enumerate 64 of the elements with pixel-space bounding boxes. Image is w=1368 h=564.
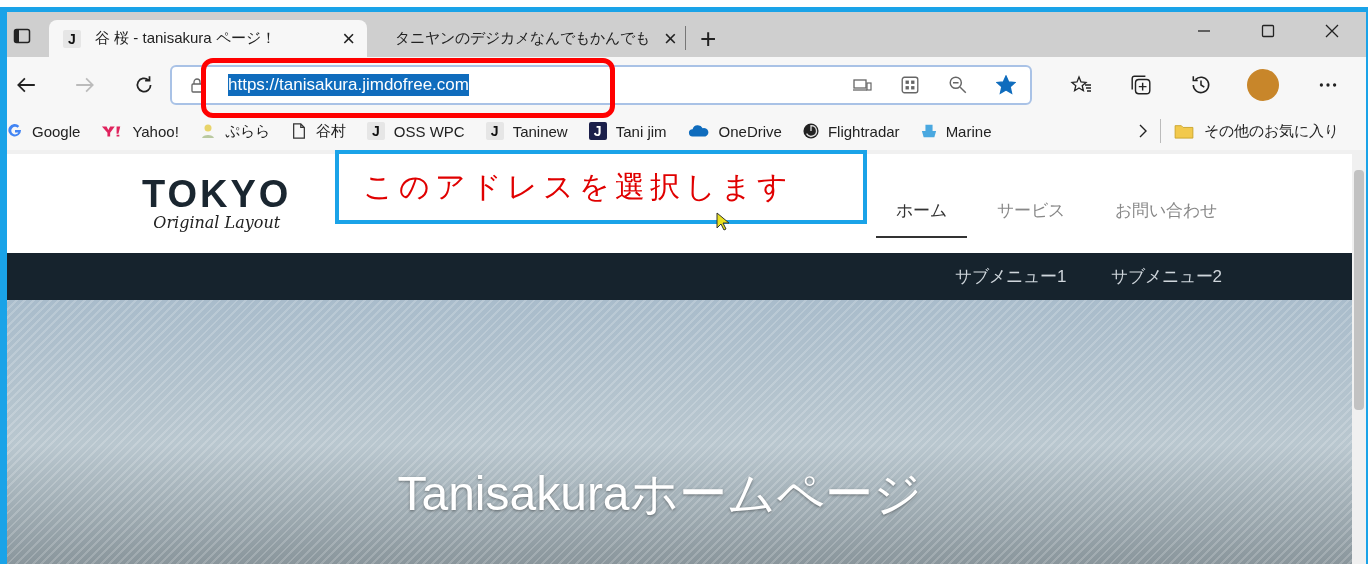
- submenu-link[interactable]: サブメニュー1: [955, 265, 1067, 288]
- star-icon[interactable]: [996, 74, 1016, 95]
- tab-title: 谷 桜 - tanisakura ページ！: [95, 29, 277, 48]
- sidebar-panel-icon[interactable]: [13, 27, 31, 45]
- zoom-out-icon[interactable]: [948, 74, 968, 95]
- bookmark-label: Flightradar: [827, 122, 900, 140]
- logo-subtitle: Original Layout: [153, 213, 281, 232]
- address-bar[interactable]: https://tanisakura.jimdofree.com: [170, 64, 1032, 105]
- close-tab-button[interactable]: ×: [342, 25, 355, 52]
- bookmark-item[interactable]: J Tani jim: [588, 122, 667, 140]
- page-icon: [290, 123, 307, 139]
- nav-link[interactable]: サービス: [977, 183, 1085, 238]
- chevron-right-icon[interactable]: [1138, 123, 1148, 139]
- url-text: https://tanisakura.jimdofree.com: [228, 73, 469, 96]
- scrollbar[interactable]: [1352, 154, 1366, 564]
- bookmark-label: Taninew: [512, 122, 568, 140]
- close-tab-button[interactable]: ×: [664, 25, 677, 52]
- bookmark-folder[interactable]: その他のお気に入り: [1173, 121, 1339, 141]
- bookmark-item[interactable]: Marine: [920, 122, 992, 140]
- bookmark-item[interactable]: Yahoo!: [101, 122, 179, 140]
- maximize-icon[interactable]: [1260, 23, 1276, 39]
- person-icon: [199, 123, 216, 139]
- history-icon[interactable]: [1190, 73, 1212, 96]
- bookmark-label: Google: [32, 122, 81, 140]
- radar-icon: [802, 123, 819, 139]
- bookmark-label: その他のお気に入り: [1204, 121, 1339, 141]
- bookmark-item[interactable]: J Taninew: [485, 122, 568, 140]
- grid-icon[interactable]: [900, 74, 920, 95]
- callout-text: このアドレスを選択します: [363, 167, 793, 206]
- browser-tab[interactable]: タニヤンのデジカメなんでもかんでも ×: [367, 20, 685, 57]
- bookmark-label: 谷村: [315, 121, 346, 141]
- bookmark-item[interactable]: Google: [7, 122, 81, 140]
- google-g-icon: [7, 123, 23, 139]
- nav-link[interactable]: お問い合わせ: [1095, 183, 1237, 238]
- bookmark-item[interactable]: ぷらら: [199, 121, 270, 141]
- nav-link[interactable]: ホーム: [876, 183, 967, 238]
- folder-icon: [1173, 123, 1195, 139]
- browser-tab[interactable]: J 谷 桜 - tanisakura ページ！ ×: [49, 20, 367, 57]
- bookmark-label: ぷらら: [224, 121, 270, 141]
- bookmark-label: OSS WPC: [393, 122, 465, 140]
- tab-title: タニヤンのデジカメなんでもかんでも: [395, 29, 650, 48]
- ship-icon: [920, 123, 937, 139]
- bookmark-item[interactable]: J OSS WPC: [366, 122, 465, 140]
- hero-title: Tanisakuraホームページ: [397, 466, 922, 522]
- bookmark-label: Tani jim: [615, 122, 667, 140]
- letter-j-icon: J: [485, 122, 504, 140]
- close-icon[interactable]: [1324, 23, 1340, 39]
- bookmark-label: Yahoo!: [132, 122, 179, 140]
- bookmark-label: Marine: [945, 122, 992, 140]
- bookmark-item[interactable]: OneDrive: [687, 122, 782, 140]
- bookmark-item[interactable]: 谷村: [290, 121, 346, 141]
- bookmark-item[interactable]: Flightradar: [802, 122, 900, 140]
- logo-title: TOKYO: [142, 175, 292, 213]
- submenu-link[interactable]: サブメニュー2: [1110, 265, 1222, 288]
- lock-icon: [190, 76, 204, 93]
- new-tab-button[interactable]: +: [694, 23, 723, 55]
- cloud-icon: [687, 123, 710, 139]
- bookmark-label: OneDrive: [718, 122, 782, 140]
- mouse-cursor-icon: [716, 212, 730, 232]
- letter-j-icon: J: [366, 122, 385, 140]
- letter-j-icon: J: [588, 122, 607, 140]
- avatar-icon[interactable]: [1247, 68, 1279, 101]
- letter-j-icon: J: [63, 29, 81, 48]
- collections-icon[interactable]: [1130, 73, 1152, 96]
